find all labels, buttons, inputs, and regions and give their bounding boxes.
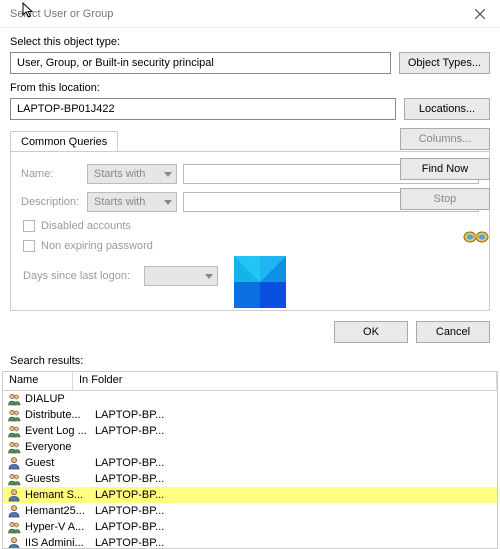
find-now-button[interactable]: Find Now	[400, 158, 490, 180]
list-item-name: Guest	[25, 457, 91, 469]
titlebar: Select User or Group	[0, 0, 500, 28]
checkbox-icon	[23, 240, 35, 252]
list-item-name: Distribute...	[25, 409, 91, 421]
name-label: Name:	[21, 168, 81, 180]
group-icon	[7, 472, 21, 486]
object-type-label: Select this object type:	[10, 36, 490, 48]
list-item-name: Hemant25...	[25, 505, 91, 517]
user-icon	[7, 488, 21, 502]
list-item[interactable]: Everyone	[3, 439, 497, 455]
close-icon	[475, 9, 485, 19]
days-since-logon-label: Days since last logon:	[23, 270, 130, 282]
results-header: Name In Folder	[2, 371, 498, 391]
list-item-name: DIALUP	[25, 393, 91, 405]
location-section: From this location: LAPTOP-BP01J422 Loca…	[0, 74, 500, 120]
cancel-button[interactable]: Cancel	[416, 321, 490, 343]
ok-button[interactable]: OK	[334, 321, 408, 343]
group-icon	[7, 440, 21, 454]
search-results-label: Search results:	[0, 353, 500, 371]
list-item[interactable]: DIALUP	[3, 391, 497, 407]
location-field: LAPTOP-BP01J422	[10, 98, 396, 120]
group-icon	[7, 424, 21, 438]
checkbox-icon	[23, 220, 35, 232]
list-item[interactable]: IIS Admini... LAPTOP-BP...	[3, 535, 497, 549]
list-item-folder: LAPTOP-BP...	[95, 521, 493, 533]
column-header-name[interactable]: Name	[3, 372, 73, 390]
list-item-folder: LAPTOP-BP...	[95, 409, 493, 421]
user-icon	[7, 536, 21, 549]
list-item-name: IIS Admini...	[25, 537, 91, 549]
group-icon	[7, 520, 21, 534]
overlay-logo-icon	[234, 256, 286, 308]
side-buttons: Columns... Find Now Stop	[400, 128, 490, 246]
binoculars-icon	[462, 224, 490, 246]
list-item[interactable]: Event Log ... LAPTOP-BP...	[3, 423, 497, 439]
user-icon	[7, 504, 21, 518]
chevron-down-icon	[164, 172, 172, 177]
chevron-down-icon	[205, 274, 213, 279]
list-item-name: Hemant S...	[25, 489, 91, 501]
window-title: Select User or Group	[10, 8, 113, 20]
description-mode-combo[interactable]: Starts with	[87, 192, 177, 212]
list-item[interactable]: Hemant25... LAPTOP-BP...	[3, 503, 497, 519]
list-item-folder: LAPTOP-BP...	[95, 505, 493, 517]
list-item-folder: LAPTOP-BP...	[95, 457, 493, 469]
object-type-section: Select this object type: User, Group, or…	[0, 28, 500, 74]
object-type-field: User, Group, or Built-in security princi…	[10, 52, 391, 74]
list-item-name: Everyone	[25, 441, 91, 453]
location-label: From this location:	[10, 82, 490, 94]
list-item-folder: LAPTOP-BP...	[95, 489, 493, 501]
group-icon	[7, 408, 21, 422]
list-item-name: Event Log ...	[25, 425, 91, 437]
list-item[interactable]: Guests LAPTOP-BP...	[3, 471, 497, 487]
tab-common-queries[interactable]: Common Queries	[10, 131, 118, 152]
list-item[interactable]: Hemant S... LAPTOP-BP...	[3, 487, 497, 503]
columns-button[interactable]: Columns...	[400, 128, 490, 150]
days-since-logon-combo[interactable]	[144, 266, 218, 286]
list-item-folder: LAPTOP-BP...	[95, 473, 493, 485]
description-label: Description:	[21, 196, 81, 208]
list-item-name: Hyper-V A...	[25, 521, 91, 533]
list-item-name: Guests	[25, 473, 91, 485]
results-list[interactable]: DIALUPDistribute...LAPTOP-BP...Event Log…	[2, 391, 498, 549]
list-item-folder: LAPTOP-BP...	[95, 425, 493, 437]
group-icon	[7, 392, 21, 406]
user-icon	[7, 456, 21, 470]
stop-button[interactable]: Stop	[400, 188, 490, 210]
footer-buttons: OK Cancel	[0, 311, 500, 353]
locations-button[interactable]: Locations...	[404, 98, 490, 120]
list-item[interactable]: Guest LAPTOP-BP...	[3, 455, 497, 471]
object-types-button[interactable]: Object Types...	[399, 52, 490, 74]
close-button[interactable]	[460, 0, 500, 28]
column-header-folder[interactable]: In Folder	[73, 372, 497, 390]
chevron-down-icon	[164, 200, 172, 205]
list-item[interactable]: Distribute... LAPTOP-BP...	[3, 407, 497, 423]
list-item[interactable]: Hyper-V A... LAPTOP-BP...	[3, 519, 497, 535]
name-mode-combo[interactable]: Starts with	[87, 164, 177, 184]
list-item-folder: LAPTOP-BP...	[95, 537, 493, 549]
